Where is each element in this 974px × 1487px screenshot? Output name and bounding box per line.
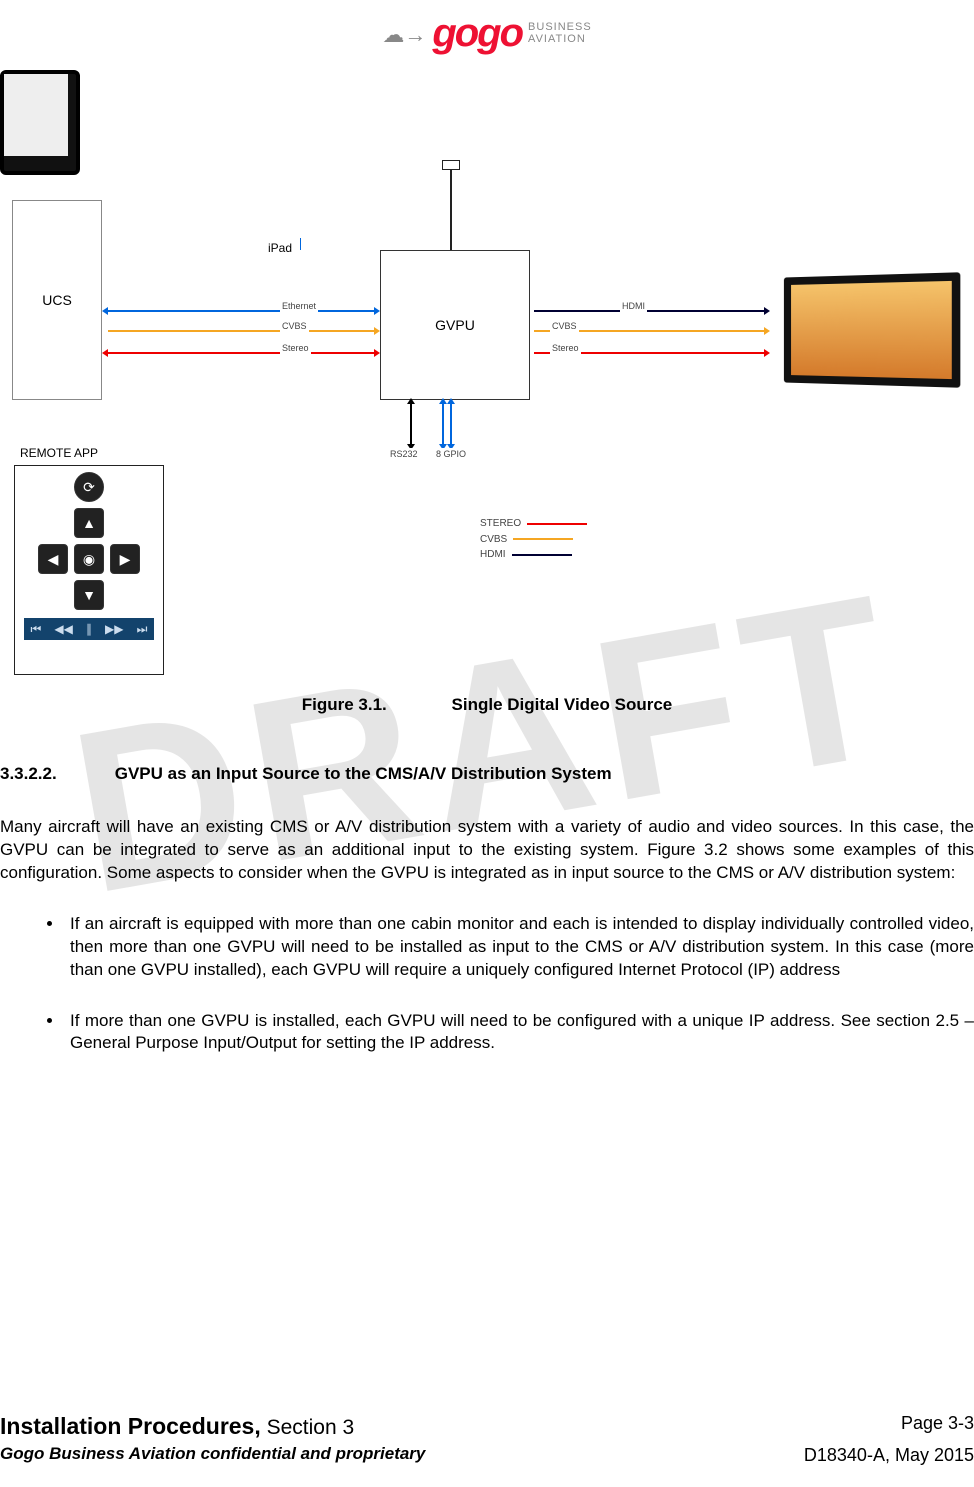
- ethernet-line-left: [108, 310, 374, 312]
- logo-sub: BUSINESS AVIATION: [528, 21, 592, 45]
- figure-title: Single Digital Video Source: [452, 695, 673, 714]
- footer-title-section: Section 3: [261, 1416, 354, 1439]
- next-icon: ⏭: [137, 621, 148, 637]
- transport-bar: ⏮ ◀◀ ∥ ▶▶ ⏭: [24, 618, 154, 640]
- rs232-label: RS232: [388, 448, 420, 460]
- prev-icon: ⏮: [31, 621, 42, 637]
- footer-page: Page 3-3: [901, 1411, 974, 1442]
- ethernet-label-left: Ethernet: [280, 300, 318, 312]
- pause-icon: ∥: [86, 621, 92, 637]
- remote-app-label: REMOTE APP: [20, 445, 98, 461]
- gpio-label: 8 GPIO: [434, 448, 468, 460]
- cloud-icon: ☁︎→: [382, 20, 426, 50]
- forward-icon: ▶▶: [105, 621, 123, 637]
- ipad-device: [0, 70, 80, 175]
- ucs-box: UCS: [12, 200, 102, 400]
- legend-cvbs-line: [513, 538, 573, 540]
- antenna-icon: [450, 170, 452, 250]
- gpio-line-1: [442, 404, 444, 444]
- legend-stereo-line: [527, 523, 587, 525]
- left-icon: ◀: [38, 544, 68, 574]
- legend: STEREO CVBS HDMI: [480, 515, 587, 564]
- figure-caption: Figure 3.1. Single Digital Video Source: [0, 694, 974, 717]
- footer-title: Installation Procedures, Section 3: [0, 1411, 354, 1442]
- system-diagram: iPad UCS GVPU Ethernet CVBS Stereo HDMI …: [0, 70, 974, 690]
- legend-hdmi-line: [512, 554, 572, 556]
- right-icon: ▶: [110, 544, 140, 574]
- cvbs-label-right: CVBS: [550, 320, 579, 332]
- ipad-link: [300, 238, 301, 250]
- page-header: ☁︎→ gogo BUSINESS AVIATION: [0, 0, 974, 60]
- hdmi-label-right: HDMI: [620, 300, 647, 312]
- cvbs-line-left: [108, 330, 374, 332]
- stereo-label-right: Stereo: [550, 342, 581, 354]
- cabin-monitor: [784, 272, 960, 387]
- section-number: 3.3.2.2.: [0, 763, 110, 786]
- logo-sub1: BUSINESS: [528, 21, 592, 33]
- hdmi-line-right: [534, 310, 764, 312]
- stereo-label-left: Stereo: [280, 342, 311, 354]
- legend-hdmi-label: HDMI: [480, 548, 506, 562]
- cvbs-label-left: CVBS: [280, 320, 309, 332]
- logo-mark: gogo: [432, 6, 522, 60]
- figure-number: Figure 3.1.: [302, 694, 387, 717]
- page-footer: Installation Procedures, Section 3 Page …: [0, 1411, 974, 1467]
- down-icon: ▼: [74, 580, 104, 610]
- up-icon: ▲: [74, 508, 104, 538]
- ok-icon: ◉: [74, 544, 104, 574]
- logo-sub2: AVIATION: [528, 33, 586, 45]
- legend-hdmi: HDMI: [480, 548, 587, 562]
- legend-stereo: STEREO: [480, 517, 587, 531]
- footer-title-bold: Installation Procedures,: [0, 1413, 261, 1439]
- bullet-list: If an aircraft is equipped with more tha…: [0, 913, 974, 1056]
- ipad-label: iPad: [268, 240, 292, 256]
- section-title: GVPU as an Input Source to the CMS/A/V D…: [115, 764, 612, 783]
- legend-stereo-label: STEREO: [480, 517, 521, 531]
- footer-confidential: Gogo Business Aviation confidential and …: [0, 1443, 425, 1467]
- legend-cvbs: CVBS: [480, 533, 587, 547]
- footer-docref: D18340-A, May 2015: [804, 1443, 974, 1467]
- bullet-1: If an aircraft is equipped with more tha…: [64, 913, 974, 982]
- section-heading: 3.3.2.2. GVPU as an Input Source to the …: [0, 763, 974, 786]
- intro-paragraph: Many aircraft will have an existing CMS …: [0, 816, 974, 885]
- remote-app: ⟳ ▲ ◀ ◉ ▶ ▼ ⏮ ◀◀ ∥ ▶▶ ⏭: [14, 465, 164, 675]
- rs232-line: [410, 404, 412, 444]
- gogo-logo: ☁︎→ gogo BUSINESS AVIATION: [382, 6, 591, 60]
- legend-cvbs-label: CVBS: [480, 533, 507, 547]
- gpio-line-2: [450, 404, 452, 444]
- stereo-line-left: [108, 352, 374, 354]
- bullet-2: If more than one GVPU is installed, each…: [64, 1010, 974, 1056]
- power-icon: ⟳: [74, 472, 104, 502]
- gvpu-box: GVPU: [380, 250, 530, 400]
- rewind-icon: ◀◀: [54, 621, 72, 637]
